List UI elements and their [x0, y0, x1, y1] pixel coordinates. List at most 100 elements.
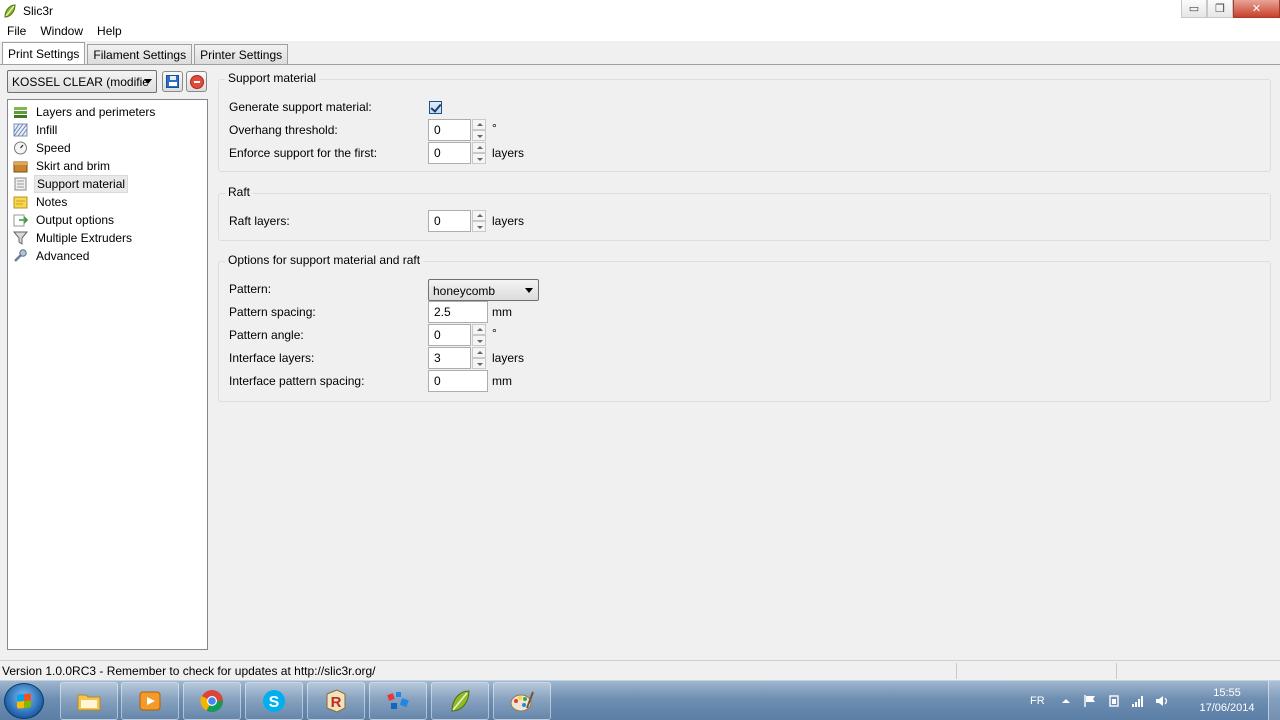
clock-date: 17/06/2014	[1199, 702, 1255, 714]
taskbar-repetier[interactable]: R	[307, 682, 365, 720]
overhang-threshold-input[interactable]: 0	[428, 119, 471, 141]
raft-layers-label: Raft layers:	[229, 214, 290, 228]
flag-icon[interactable]	[1083, 694, 1097, 708]
spin-up-icon[interactable]	[472, 119, 486, 130]
taskbar-paint[interactable]	[493, 682, 551, 720]
tree-item-advanced[interactable]: Advanced	[8, 247, 207, 265]
pattern-angle-label: Pattern angle:	[229, 328, 304, 342]
enforce-support-label: Enforce support for the first:	[229, 146, 378, 160]
group-title: Options for support material and raft	[225, 253, 424, 267]
settings-tabs: Print Settings Filament Settings Printer…	[0, 42, 289, 65]
interface-pattern-spacing-input[interactable]: 0	[428, 370, 488, 392]
tab-printer-settings[interactable]: Printer Settings	[194, 44, 289, 64]
raft-layers-input[interactable]: 0	[428, 210, 471, 232]
tab-divider	[0, 64, 1280, 65]
taskbar-file-explorer[interactable]	[60, 682, 118, 720]
skype-icon: S	[263, 690, 285, 712]
taskbar-stack-app[interactable]	[369, 682, 427, 720]
restore-icon: ❐	[1215, 3, 1225, 15]
start-button[interactable]	[4, 683, 44, 719]
menu-help[interactable]: Help	[90, 24, 129, 38]
power-icon[interactable]	[1107, 694, 1121, 708]
menu-window[interactable]: Window	[33, 24, 90, 38]
status-divider	[1116, 663, 1117, 679]
tree-item-label: Advanced	[36, 249, 90, 263]
tree-item-speed[interactable]: Speed	[8, 139, 207, 157]
group-title: Support material	[225, 71, 320, 85]
spin-down-icon[interactable]	[472, 130, 486, 141]
tree-item-infill[interactable]: Infill	[8, 121, 207, 139]
generate-support-checkbox[interactable]	[429, 101, 442, 114]
tab-filament-settings[interactable]: Filament Settings	[87, 44, 193, 64]
overhang-unit: °	[492, 121, 497, 135]
taskbar: S R FR 15:55 17/06/2014	[0, 680, 1280, 720]
pattern-label: Pattern:	[229, 282, 272, 296]
spin-up-icon[interactable]	[472, 210, 486, 221]
spin-up-icon[interactable]	[472, 324, 486, 335]
delete-preset-button[interactable]	[186, 71, 207, 92]
language-indicator[interactable]: FR	[1030, 695, 1045, 707]
taskbar-chrome[interactable]	[183, 682, 241, 720]
taskbar-slic3r[interactable]	[431, 682, 489, 720]
preset-select[interactable]: KOSSEL CLEAR (modifie	[7, 70, 157, 93]
status-text: Version 1.0.0RC3 - Remember to check for…	[2, 664, 376, 678]
delete-icon	[189, 74, 204, 89]
interface-layers-input[interactable]: 3	[428, 347, 471, 369]
save-preset-button[interactable]	[162, 71, 183, 92]
slic3r-app-icon	[4, 3, 16, 18]
chevron-down-icon	[525, 288, 533, 293]
tree-item-layers-and-perimeters[interactable]: Layers and perimeters	[8, 103, 207, 121]
spin-down-icon[interactable]	[472, 221, 486, 232]
taskbar-media-player[interactable]	[121, 682, 179, 720]
tree-item-output-options[interactable]: Output options	[8, 211, 207, 229]
preset-select-value: KOSSEL CLEAR (modifie	[12, 74, 149, 89]
settings-page-tree: Layers and perimeters Infill Speed Skirt…	[7, 99, 208, 650]
group-title: Raft	[225, 185, 254, 199]
slic3r-icon	[451, 690, 470, 712]
tree-item-label: Multiple Extruders	[36, 231, 133, 245]
paint-icon	[510, 691, 534, 712]
chrome-icon	[200, 690, 223, 712]
tree-item-multiple-extruders[interactable]: Multiple Extruders	[8, 229, 207, 247]
support-icon	[14, 177, 27, 191]
spin-down-icon[interactable]	[472, 335, 486, 346]
tree-item-label: Skirt and brim	[36, 159, 111, 173]
close-icon: ✕	[1251, 3, 1262, 15]
enforce-support-stepper: 0	[428, 142, 488, 164]
menu-file[interactable]: File	[0, 24, 33, 38]
tab-print-settings[interactable]: Print Settings	[2, 42, 86, 65]
tree-item-label: Speed	[36, 141, 71, 155]
enforce-support-input[interactable]: 0	[428, 142, 471, 164]
taskbar-skype[interactable]: S	[245, 682, 303, 720]
volume-icon[interactable]	[1155, 694, 1169, 708]
window-title: Slic3r	[23, 3, 54, 18]
tree-item-support-material[interactable]: Support material	[8, 175, 207, 193]
show-desktop-button[interactable]	[1268, 681, 1280, 720]
signal-icon[interactable]	[1131, 694, 1145, 708]
infill-icon	[13, 123, 28, 137]
status-bar: Version 1.0.0RC3 - Remember to check for…	[0, 660, 1280, 680]
note-icon	[13, 196, 28, 209]
restore-button[interactable]: ❐	[1207, 0, 1233, 18]
clock[interactable]: 15:55 17/06/2014	[1188, 686, 1266, 716]
close-button[interactable]: ✕	[1233, 0, 1280, 18]
interface-layers-label: Interface layers:	[229, 351, 315, 365]
repetier-icon: R	[326, 689, 346, 713]
tree-item-label: Infill	[36, 123, 58, 137]
spin-down-icon[interactable]	[472, 153, 486, 164]
tree-item-skirt-and-brim[interactable]: Skirt and brim	[8, 157, 207, 175]
title-bar: Slic3r ▭ ❐ ✕	[0, 0, 1280, 21]
spin-down-icon[interactable]	[472, 358, 486, 369]
spin-up-icon[interactable]	[472, 347, 486, 358]
chevron-up-icon[interactable]	[1059, 694, 1073, 708]
pattern-angle-input[interactable]: 0	[428, 324, 471, 346]
box-icon	[13, 161, 28, 173]
tree-item-notes[interactable]: Notes	[8, 193, 207, 211]
pattern-spacing-input[interactable]: 2.5	[428, 301, 488, 323]
spin-up-icon[interactable]	[472, 142, 486, 153]
svg-text:S: S	[269, 694, 280, 711]
pattern-select[interactable]: honeycomb	[428, 279, 539, 301]
pattern-select-value: honeycomb	[433, 284, 496, 298]
minimize-button[interactable]: ▭	[1181, 0, 1207, 18]
overhang-threshold-stepper: 0	[428, 119, 488, 141]
